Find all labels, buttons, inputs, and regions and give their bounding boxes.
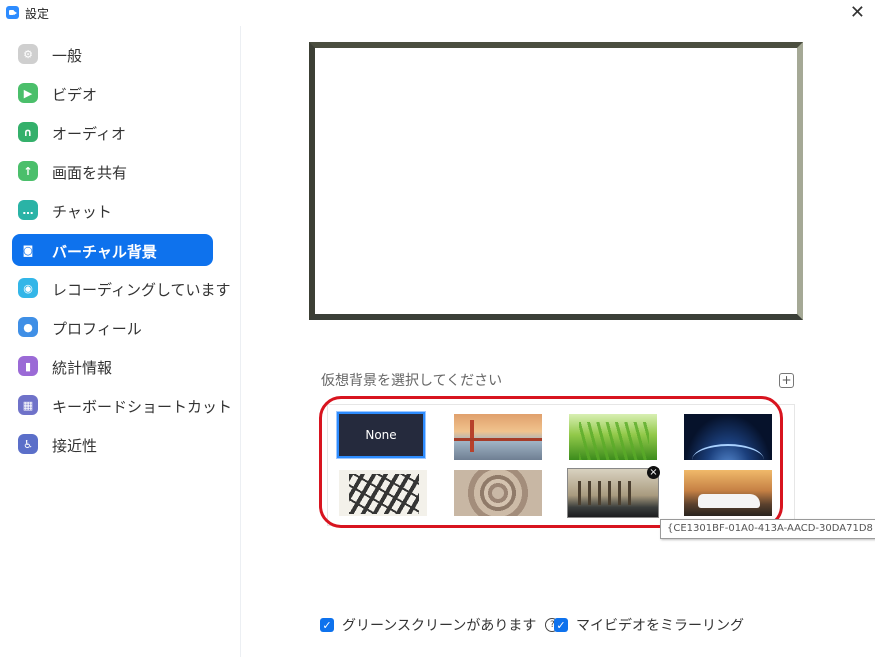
- sidebar-item-label: バーチャル背景: [52, 243, 157, 261]
- bg-earth-from-space[interactable]: [684, 414, 772, 460]
- bg-golden-gate-bridge[interactable]: [454, 414, 542, 460]
- sidebar-item-label: 画面を共有: [52, 164, 128, 182]
- headphones-icon: ∩: [18, 122, 38, 142]
- sidebar-item-label: プロフィール: [52, 320, 142, 338]
- bg-limousine[interactable]: [684, 470, 772, 516]
- share-screen-icon: ↑: [18, 161, 38, 181]
- mirror-video-option[interactable]: ✓ マイビデオをミラーリング: [554, 615, 744, 635]
- mirror-video-checkbox[interactable]: ✓: [554, 618, 568, 632]
- bg-none-label: None: [365, 428, 397, 442]
- sidebar-item-statistics[interactable]: ▮ 統計情報: [12, 350, 213, 382]
- chat-icon: …: [18, 200, 38, 220]
- virtual-background-icon: ◙: [22, 243, 34, 257]
- sidebar-item-recording[interactable]: ◉ レコーディングしています: [12, 272, 231, 304]
- sidebar-item-profile[interactable]: ● プロフィール: [12, 311, 213, 343]
- sidebar-item-share-screen[interactable]: ↑ 画面を共有: [12, 155, 213, 187]
- sidebar-item-label: キーボードショートカット: [52, 398, 233, 416]
- profile-icon: ●: [18, 317, 38, 337]
- video-icon: ▶: [18, 83, 38, 103]
- add-background-button[interactable]: +: [779, 373, 794, 388]
- delete-background-icon[interactable]: ×: [647, 466, 660, 479]
- window-title: 設定: [25, 7, 50, 21]
- green-screen-label: グリーンスクリーンがあります: [342, 618, 537, 634]
- tooltip: {CE1301BF-01A0-413A-AACD-30DA71D8: [660, 519, 875, 539]
- close-icon[interactable]: ✕: [850, 2, 865, 23]
- keyboard-icon: ▦: [18, 395, 38, 415]
- title-bar: 設定 ✕: [0, 0, 875, 26]
- zoom-app-icon: [6, 6, 19, 19]
- green-screen-option[interactable]: ✓ グリーンスクリーンがあります ?: [320, 615, 560, 635]
- mirror-video-label: マイビデオをミラーリング: [576, 618, 744, 634]
- bg-none[interactable]: None: [336, 411, 426, 459]
- sidebar-item-accessibility[interactable]: ♿ 接近性: [12, 428, 213, 460]
- sidebar-item-label: チャット: [52, 203, 112, 221]
- sidebar-item-label: ビデオ: [52, 86, 98, 104]
- bg-grass[interactable]: [569, 414, 657, 460]
- sidebar-item-audio[interactable]: ∩ オーディオ: [12, 116, 213, 148]
- bg-house[interactable]: [567, 468, 659, 518]
- settings-sidebar: ⚙ 一般 ▶ ビデオ ∩ オーディオ ↑ 画面を共有 … チャット ◙ バーチャ…: [0, 26, 241, 657]
- accessibility-icon: ♿: [18, 434, 38, 454]
- sidebar-item-general[interactable]: ⚙ 一般: [12, 38, 213, 70]
- sidebar-item-chat[interactable]: … チャット: [12, 194, 213, 226]
- section-title: 仮想背景を選択してください: [321, 373, 503, 389]
- sidebar-item-label: 一般: [52, 47, 83, 65]
- bg-mandala[interactable]: [454, 470, 542, 516]
- sidebar-item-video[interactable]: ▶ ビデオ: [12, 77, 213, 109]
- bg-ink-art[interactable]: [339, 470, 427, 516]
- sidebar-item-label: レコーディングしています: [52, 281, 231, 299]
- sidebar-item-label: 統計情報: [52, 359, 113, 377]
- statistics-icon: ▮: [18, 356, 38, 376]
- sidebar-item-virtual-background[interactable]: ◙ バーチャル背景: [12, 234, 213, 266]
- gear-icon: ⚙: [18, 44, 38, 64]
- sidebar-item-label: 接近性: [52, 437, 98, 455]
- green-screen-checkbox[interactable]: ✓: [320, 618, 334, 632]
- record-icon: ◉: [18, 278, 38, 298]
- sidebar-item-label: オーディオ: [52, 125, 126, 143]
- video-preview: [309, 42, 803, 320]
- sidebar-item-keyboard-shortcuts[interactable]: ▦ キーボードショートカット: [12, 389, 232, 421]
